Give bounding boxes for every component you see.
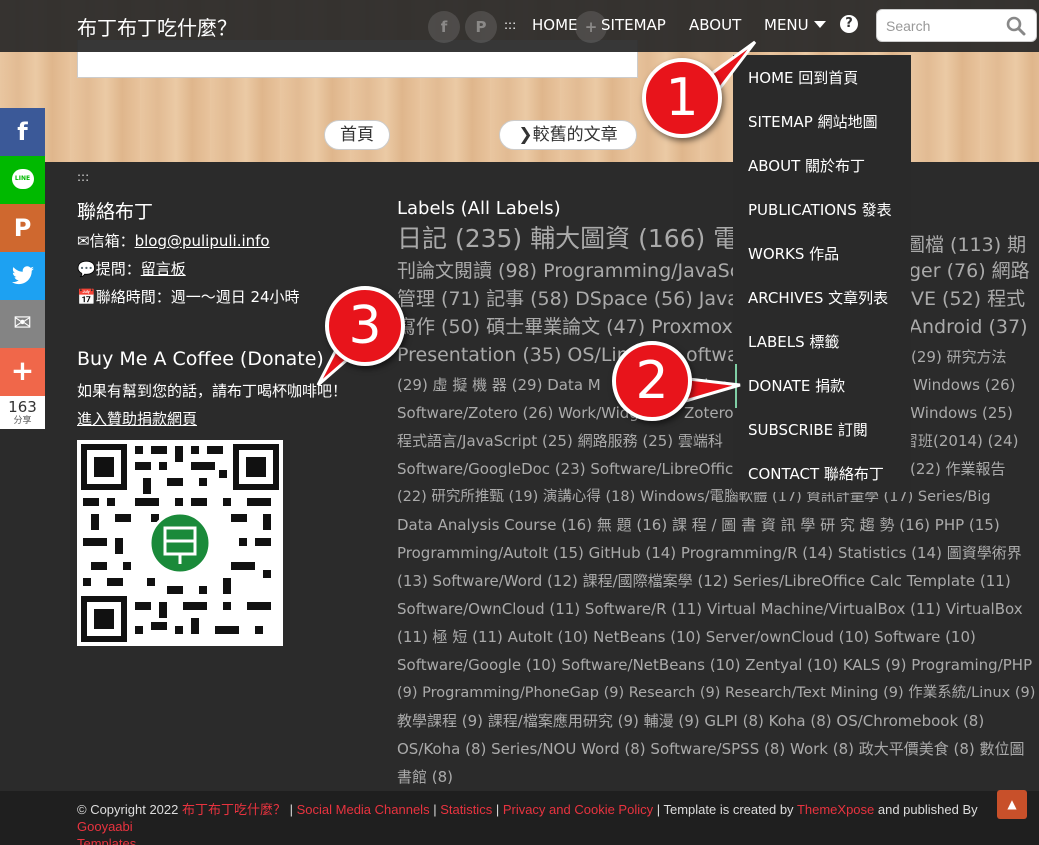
callout-2: 2 [612, 341, 692, 421]
callout-3: 3 [325, 286, 405, 366]
callout-1: 1 [642, 58, 722, 138]
callout-pointers [316, 40, 757, 404]
